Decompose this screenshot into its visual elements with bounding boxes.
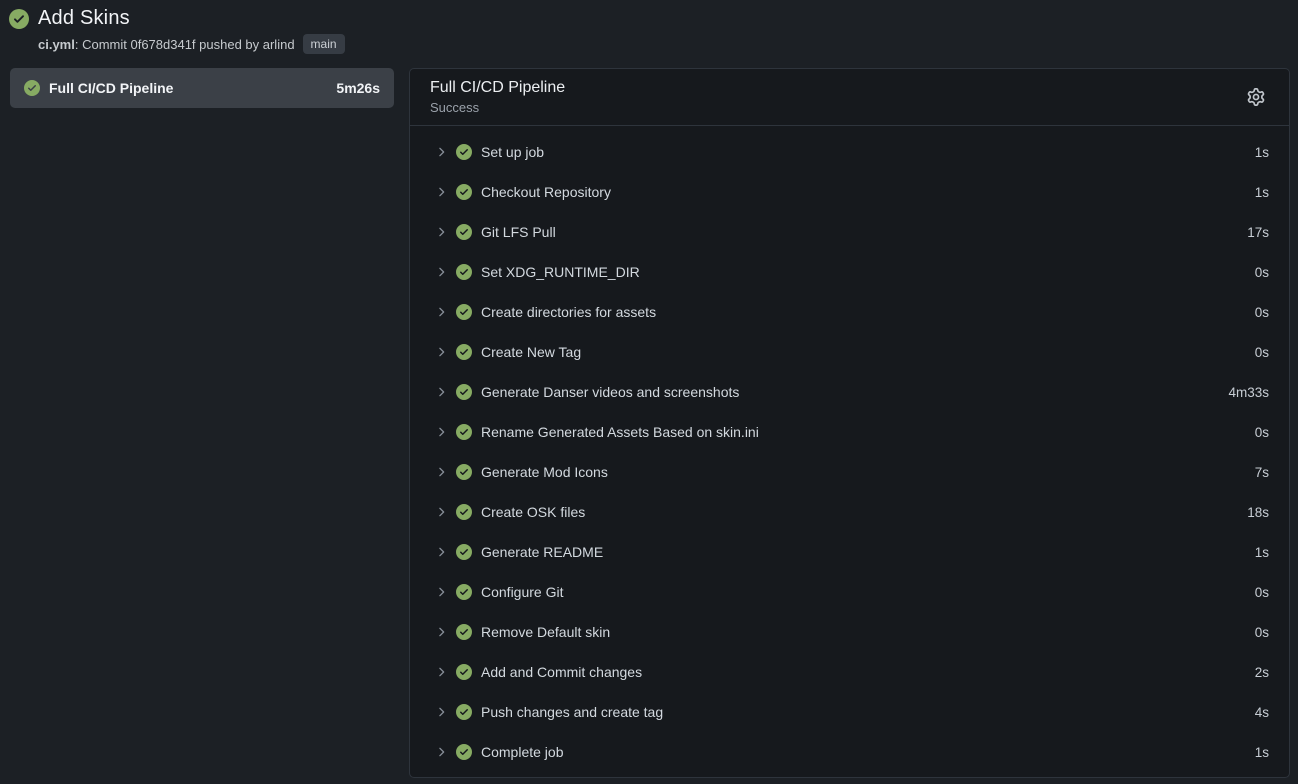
gear-icon[interactable]: [1243, 84, 1269, 110]
step-row[interactable]: Git LFS Pull 17s: [410, 212, 1289, 252]
chevron-right-icon[interactable]: [433, 184, 449, 200]
run-title: Add Skins: [38, 7, 130, 30]
step-row[interactable]: Configure Git 0s: [410, 572, 1289, 612]
job-detail-panel: Full CI/CD Pipeline Success Set up job 1…: [409, 68, 1290, 778]
step-success-icon: [456, 304, 472, 320]
job-duration: 5m26s: [336, 80, 380, 96]
step-success-icon: [456, 144, 472, 160]
step-row[interactable]: Set XDG_RUNTIME_DIR 0s: [410, 252, 1289, 292]
step-duration: 1s: [1255, 745, 1269, 760]
chevron-right-icon[interactable]: [433, 304, 449, 320]
step-row[interactable]: Create directories for assets 0s: [410, 292, 1289, 332]
step-name: Create directories for assets: [481, 304, 1255, 320]
step-row[interactable]: Add and Commit changes 2s: [410, 652, 1289, 692]
step-duration: 0s: [1255, 625, 1269, 640]
step-duration: 7s: [1255, 465, 1269, 480]
step-row[interactable]: Create New Tag 0s: [410, 332, 1289, 372]
step-row[interactable]: Create OSK files 18s: [410, 492, 1289, 532]
run-header: Add Skins ci.yml: Commit 0f678d341f push…: [0, 0, 1298, 54]
chevron-right-icon[interactable]: [433, 144, 449, 160]
step-name: Generate README: [481, 544, 1255, 560]
step-duration: 2s: [1255, 665, 1269, 680]
step-name: Add and Commit changes: [481, 664, 1255, 680]
step-duration: 0s: [1255, 305, 1269, 320]
chevron-right-icon[interactable]: [433, 224, 449, 240]
job-success-icon: [24, 80, 40, 96]
step-name: Git LFS Pull: [481, 224, 1247, 240]
step-name: Create OSK files: [481, 504, 1247, 520]
chevron-right-icon[interactable]: [433, 704, 449, 720]
run-success-icon: [9, 9, 29, 29]
step-row[interactable]: Set up job 1s: [410, 132, 1289, 172]
chevron-right-icon[interactable]: [433, 344, 449, 360]
chevron-right-icon[interactable]: [433, 584, 449, 600]
step-success-icon: [456, 224, 472, 240]
step-row[interactable]: Generate Danser videos and screenshots 4…: [410, 372, 1289, 412]
step-success-icon: [456, 664, 472, 680]
steps-list: Set up job 1s Checkout Repository 1s Git…: [410, 126, 1289, 777]
step-success-icon: [456, 704, 472, 720]
step-success-icon: [456, 464, 472, 480]
step-name: Set XDG_RUNTIME_DIR: [481, 264, 1255, 280]
step-success-icon: [456, 344, 472, 360]
step-name: Generate Danser videos and screenshots: [481, 384, 1228, 400]
step-duration: 0s: [1255, 425, 1269, 440]
step-duration: 0s: [1255, 345, 1269, 360]
chevron-right-icon[interactable]: [433, 424, 449, 440]
chevron-right-icon[interactable]: [433, 384, 449, 400]
step-name: Complete job: [481, 744, 1255, 760]
step-name: Rename Generated Assets Based on skin.in…: [481, 424, 1255, 440]
chevron-right-icon[interactable]: [433, 264, 449, 280]
step-success-icon: [456, 424, 472, 440]
chevron-right-icon[interactable]: [433, 664, 449, 680]
step-name: Set up job: [481, 144, 1255, 160]
step-duration: 4m33s: [1228, 385, 1269, 400]
step-success-icon: [456, 584, 472, 600]
step-name: Generate Mod Icons: [481, 464, 1255, 480]
step-success-icon: [456, 504, 472, 520]
step-duration: 0s: [1255, 585, 1269, 600]
workflow-file-name: ci.yml: [38, 37, 75, 52]
step-success-icon: [456, 624, 472, 640]
step-duration: 1s: [1255, 545, 1269, 560]
step-row[interactable]: Remove Default skin 0s: [410, 612, 1289, 652]
panel-status-text: Success: [430, 100, 565, 115]
chevron-right-icon[interactable]: [433, 544, 449, 560]
step-row[interactable]: Push changes and create tag 4s: [410, 692, 1289, 732]
job-name: Full CI/CD Pipeline: [49, 80, 327, 96]
step-duration: 1s: [1255, 145, 1269, 160]
step-row[interactable]: Checkout Repository 1s: [410, 172, 1289, 212]
chevron-right-icon[interactable]: [433, 744, 449, 760]
job-panel-header: Full CI/CD Pipeline Success: [410, 69, 1289, 126]
jobs-sidebar: Full CI/CD Pipeline 5m26s: [10, 68, 394, 108]
step-duration: 4s: [1255, 705, 1269, 720]
branch-badge[interactable]: main: [303, 34, 345, 54]
panel-job-name: Full CI/CD Pipeline: [430, 79, 565, 97]
step-row[interactable]: Generate Mod Icons 7s: [410, 452, 1289, 492]
step-duration: 0s: [1255, 265, 1269, 280]
chevron-right-icon[interactable]: [433, 464, 449, 480]
step-success-icon: [456, 544, 472, 560]
step-name: Push changes and create tag: [481, 704, 1255, 720]
chevron-right-icon[interactable]: [433, 504, 449, 520]
run-view-layout: Full CI/CD Pipeline 5m26s Full CI/CD Pip…: [0, 54, 1298, 778]
sidebar-job-item[interactable]: Full CI/CD Pipeline 5m26s: [10, 68, 394, 108]
step-duration: 18s: [1247, 505, 1269, 520]
run-subtitle: ci.yml: Commit 0f678d341f pushed by arli…: [38, 34, 1288, 54]
chevron-right-icon[interactable]: [433, 624, 449, 640]
step-row[interactable]: Rename Generated Assets Based on skin.in…: [410, 412, 1289, 452]
step-duration: 17s: [1247, 225, 1269, 240]
step-success-icon: [456, 384, 472, 400]
step-row[interactable]: Generate README 1s: [410, 532, 1289, 572]
step-success-icon: [456, 744, 472, 760]
step-name: Create New Tag: [481, 344, 1255, 360]
step-success-icon: [456, 264, 472, 280]
commit-info-text: : Commit 0f678d341f pushed by arlind: [75, 37, 295, 52]
step-success-icon: [456, 184, 472, 200]
step-name: Remove Default skin: [481, 624, 1255, 640]
step-duration: 1s: [1255, 185, 1269, 200]
step-name: Checkout Repository: [481, 184, 1255, 200]
step-row[interactable]: Complete job 1s: [410, 732, 1289, 772]
step-name: Configure Git: [481, 584, 1255, 600]
